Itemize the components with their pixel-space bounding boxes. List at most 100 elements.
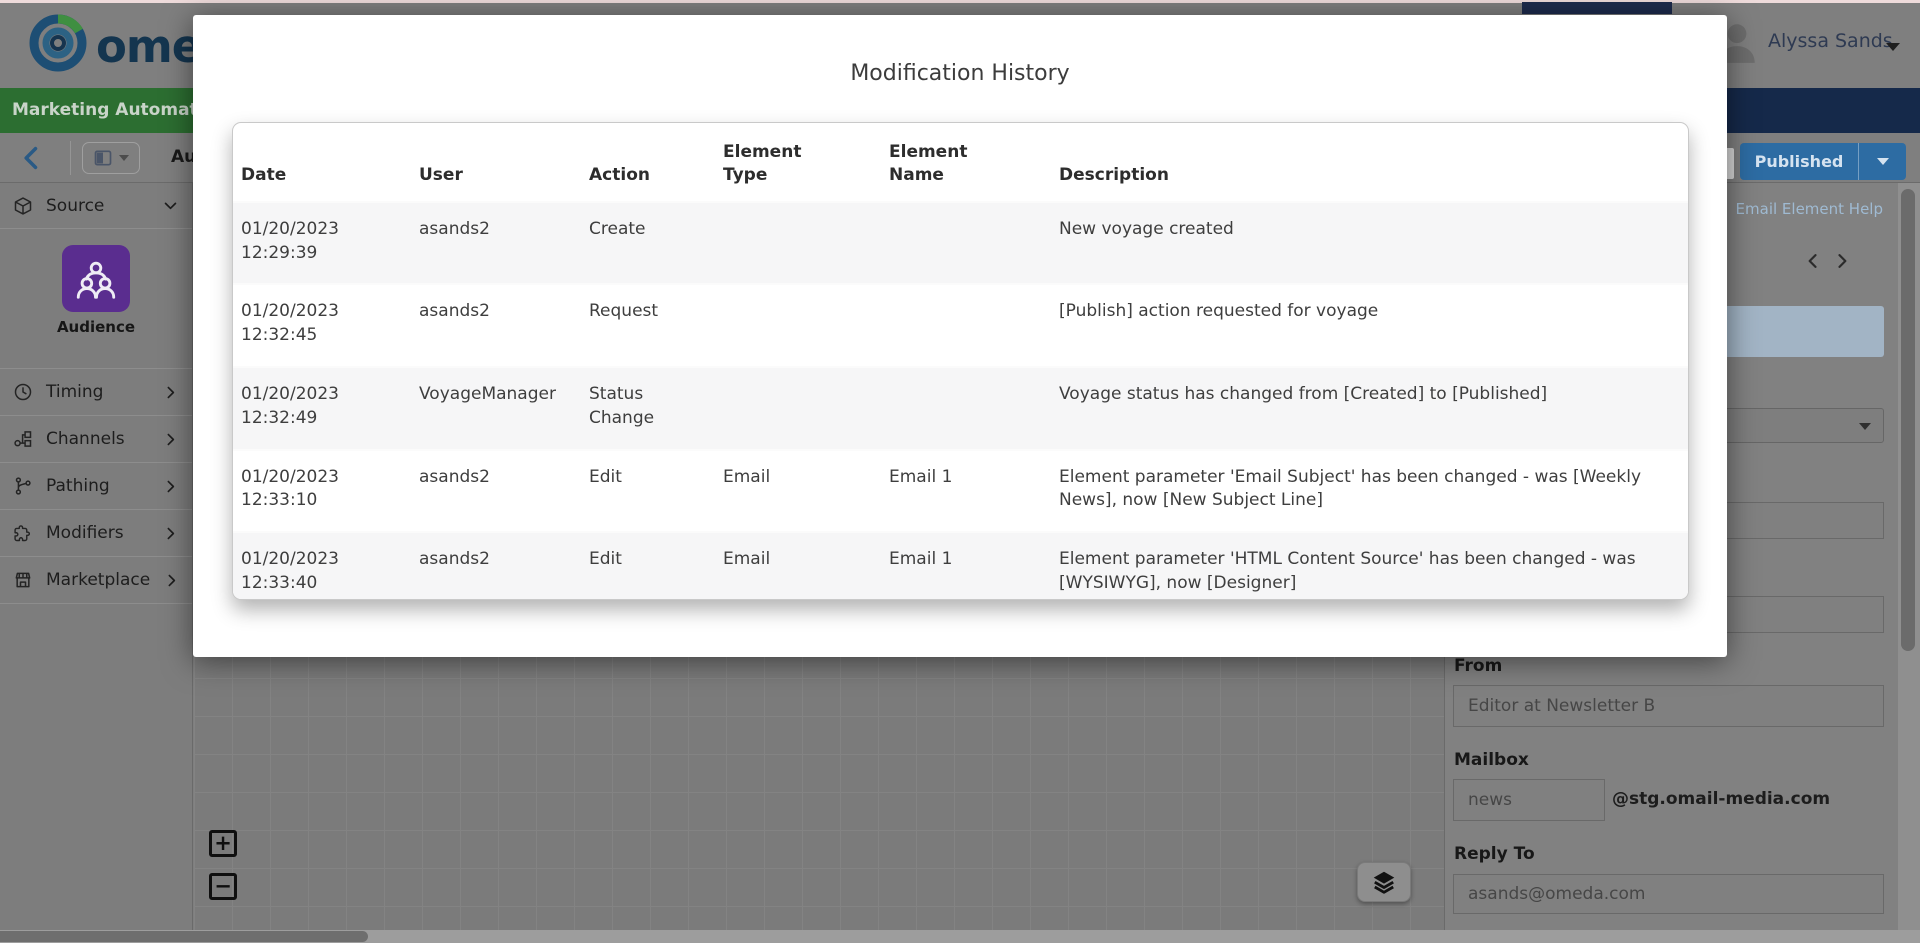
source-elements-section: Audience: [0, 245, 192, 369]
cell-element-name: [881, 202, 1051, 285]
table-row: 01/20/202312:33:40 asands2 Edit Email Em…: [233, 532, 1688, 600]
cell-action: Request: [581, 284, 715, 367]
clock-icon: [13, 382, 33, 402]
sidebar-item-modifiers[interactable]: Modifiers: [0, 510, 192, 557]
cell-action: Edit: [581, 532, 715, 600]
cell-description: Element parameter 'Email Subject' has be…: [1051, 450, 1688, 533]
table-header-row: Date User Action Element Type Element Na…: [233, 123, 1688, 202]
sidebar-item-label: Source: [46, 196, 149, 216]
sidebar-item-label: Channels: [46, 429, 149, 449]
panel-scrollbar-thumb[interactable]: [1901, 189, 1915, 651]
cell-element-type: [715, 284, 881, 367]
cell-element-name: Email 1: [881, 450, 1051, 533]
modal-title: Modification History: [193, 61, 1727, 86]
canvas-horizontal-scrollbar-thumb[interactable]: [0, 931, 368, 942]
table-row: 01/20/202312:32:49 VoyageManager Status …: [233, 367, 1688, 450]
chevron-down-icon: [119, 155, 129, 161]
back-button[interactable]: [18, 144, 46, 172]
sidebar-item-label: Marketplace: [46, 570, 150, 590]
column-header-element-type: Element Type: [715, 123, 881, 202]
chevron-right-icon[interactable]: [1832, 251, 1852, 271]
cube-icon: [13, 196, 33, 216]
column-header-user: User: [411, 123, 581, 202]
cell-date: 01/20/202312:29:39: [233, 202, 411, 285]
modification-history-card: Date User Action Element Type Element Na…: [232, 122, 1689, 600]
element-sidebar: Source Audience: [0, 183, 193, 943]
puzzle-icon: [13, 523, 33, 543]
cell-date: 01/20/202312:32:49: [233, 367, 411, 450]
email-element-help-link[interactable]: Email Element Help: [1736, 200, 1883, 218]
reply-to-input[interactable]: [1453, 874, 1884, 914]
cell-element-type: [715, 367, 881, 450]
chevron-down-icon: [1859, 423, 1871, 430]
cell-element-type: Email: [715, 532, 881, 600]
from-input[interactable]: [1453, 685, 1884, 727]
audience-people-icon: [73, 256, 119, 302]
reply-to-label: Reply To: [1454, 844, 1535, 864]
chevron-right-icon: [162, 525, 179, 542]
from-label: From: [1454, 656, 1502, 676]
panel-scrollbar-track[interactable]: [1898, 183, 1920, 930]
sidebar-item-label: Pathing: [46, 476, 149, 496]
cell-action: Status Change: [581, 367, 715, 450]
mailbox-input[interactable]: [1453, 779, 1605, 821]
cell-user: asands2: [411, 450, 581, 533]
canvas-horizontal-scrollbar-track[interactable]: [0, 930, 1920, 943]
chevron-right-icon: [162, 384, 179, 401]
cell-element-type: Email: [715, 450, 881, 533]
published-dropdown-toggle[interactable]: [1859, 143, 1906, 180]
cell-date: 01/20/202312:33:40: [233, 532, 411, 600]
modification-history-table: Date User Action Element Type Element Na…: [233, 123, 1688, 600]
sidebar-item-label: Timing: [46, 382, 149, 402]
published-label[interactable]: Published: [1740, 143, 1859, 180]
mailbox-domain: @stg.omail-media.com: [1612, 789, 1830, 809]
cell-date: 01/20/202312:32:45: [233, 284, 411, 367]
chevron-right-icon: [162, 478, 179, 495]
omeda-logo-icon: [28, 13, 88, 73]
chevron-right-icon: [162, 431, 179, 448]
partial-header-element: [1522, 2, 1672, 14]
zoom-in-button[interactable]: +: [209, 830, 237, 857]
user-menu-caret-icon: [1886, 43, 1900, 51]
chevron-right-icon: [163, 572, 180, 589]
column-header-description: Description: [1051, 123, 1688, 202]
audience-tile-label: Audience: [0, 318, 192, 336]
sidebar-item-pathing[interactable]: Pathing: [0, 463, 192, 510]
sidebar-item-label: Modifiers: [46, 523, 149, 543]
column-header-action: Action: [581, 123, 715, 202]
mailbox-label: Mailbox: [1454, 750, 1529, 770]
cell-action: Create: [581, 202, 715, 285]
table-row: 01/20/202312:33:10 asands2 Edit Email Em…: [233, 450, 1688, 533]
audience-element-tile[interactable]: [62, 245, 130, 312]
cell-description: New voyage created: [1051, 202, 1688, 285]
cell-user: asands2: [411, 284, 581, 367]
cell-element-name: [881, 367, 1051, 450]
user-menu[interactable]: Alyssa Sands: [1768, 30, 1893, 52]
sidebar-item-marketplace[interactable]: Marketplace: [0, 557, 192, 604]
layers-icon: [1371, 869, 1397, 895]
toolbar-divider: [70, 141, 71, 175]
application-window: omeda Alyssa Sands Marketing Automation …: [0, 0, 1920, 943]
zoom-out-button[interactable]: −: [209, 873, 237, 900]
pathing-icon: [13, 476, 33, 496]
element-pager: [1803, 251, 1852, 271]
published-status-button[interactable]: Published: [1740, 143, 1906, 180]
cell-user: asands2: [411, 202, 581, 285]
layers-button[interactable]: [1357, 862, 1411, 902]
table-row: 01/20/202312:32:45 asands2 Request [Publ…: [233, 284, 1688, 367]
chevron-left-icon[interactable]: [1803, 251, 1823, 271]
layout-view-dropdown[interactable]: [82, 142, 140, 174]
sidebar-item-source[interactable]: Source: [0, 183, 192, 229]
sidebar-item-channels[interactable]: Channels: [0, 416, 192, 463]
column-header-element-name: Element Name: [881, 123, 1051, 202]
cell-date: 01/20/202312:33:10: [233, 450, 411, 533]
split-pane-icon: [93, 148, 113, 168]
cell-user: VoyageManager: [411, 367, 581, 450]
sidebar-item-timing[interactable]: Timing: [0, 369, 192, 416]
modification-history-modal: Modification History Date User Action El…: [193, 15, 1727, 657]
cell-element-name: [881, 284, 1051, 367]
cell-description: Voyage status has changed from [Created]…: [1051, 367, 1688, 450]
cell-element-name: Email 1: [881, 532, 1051, 600]
channels-icon: [13, 429, 33, 449]
cell-description: Element parameter 'HTML Content Source' …: [1051, 532, 1688, 600]
